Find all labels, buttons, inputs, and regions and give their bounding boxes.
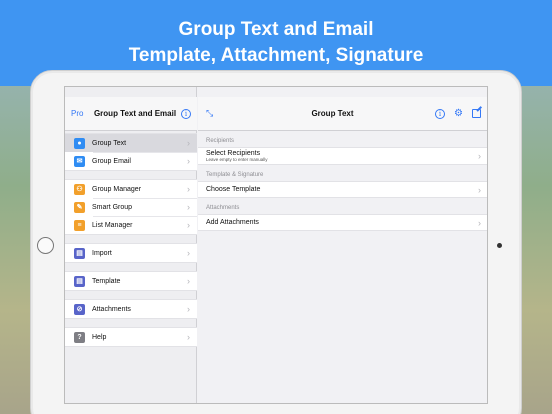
section-header-attachments: Attachments (206, 205, 240, 211)
chevron-right-icon: › (187, 332, 190, 342)
gear-icon[interactable]: ⚙ (454, 108, 463, 119)
people-icon: ⚇ (74, 183, 85, 195)
sidebar-item-group-text[interactable]: ● Group Text › (65, 134, 197, 152)
home-button (37, 237, 54, 254)
sidebar-title: Group Text and Email (93, 109, 177, 118)
chevron-right-icon: › (478, 184, 481, 195)
sidebar-item-group-manager[interactable]: ⚇ Group Manager › (65, 180, 197, 198)
sidebar-item-label: Smart Group (92, 203, 133, 211)
sidebar: Pro Group Text and Email i ● Group Text › ✉… (65, 87, 197, 403)
sidebar-navbar: Pro Group Text and Email i (65, 97, 197, 131)
expand-icon[interactable]: ⤡ (206, 108, 246, 119)
chevron-right-icon: › (187, 304, 190, 314)
paperclip-icon: ⊘ (74, 303, 85, 315)
section-header-template: Template & Signature (206, 172, 264, 178)
sidebar-group: ● Group Text › ✉ Group Email › (65, 133, 197, 171)
chevron-right-icon: › (187, 202, 190, 212)
sidebar-item-label: Help (92, 333, 107, 341)
sidebar-item-help[interactable]: ? Help › (65, 328, 197, 346)
select-recipients-label: Select Recipients (206, 150, 261, 157)
sidebar-item-smart-group[interactable]: ✎ Smart Group › (65, 198, 197, 216)
sidebar-item-list-manager[interactable]: ≡ List Manager › (65, 216, 197, 234)
sidebar-item-label: Import (92, 249, 112, 257)
sidebar-group: ▤ Template › (65, 271, 197, 291)
section-header-recipients: Recipients (206, 138, 235, 144)
add-attachments-label: Add Attachments (206, 219, 259, 226)
choose-template-label: Choose Template (206, 186, 261, 193)
info-icon[interactable]: i (181, 108, 191, 119)
chevron-right-icon: › (187, 184, 190, 194)
choose-template-cell[interactable]: Choose Template › (198, 181, 487, 198)
detail-title: Group Text (311, 109, 354, 118)
sidebar-item-label: Group Email (92, 157, 131, 165)
message-icon: ● (74, 137, 85, 149)
info-icon[interactable]: i (435, 108, 446, 119)
question-icon: ? (74, 331, 85, 343)
chevron-right-icon: › (187, 156, 190, 166)
chevron-right-icon: › (478, 151, 481, 161)
pro-button[interactable]: Pro (71, 109, 89, 118)
mail-icon: ✉ (74, 155, 85, 167)
select-recipients-hint: Leave empty to enter manually (206, 157, 268, 162)
camera-dot (497, 243, 502, 248)
sidebar-item-attachments[interactable]: ⊘ Attachments › (65, 300, 197, 318)
sidebar-item-template[interactable]: ▤ Template › (65, 272, 197, 290)
template-icon: ▤ (74, 275, 85, 287)
add-attachments-cell[interactable]: Add Attachments › (198, 214, 487, 231)
sidebar-group: ⊘ Attachments › (65, 299, 197, 319)
sidebar-item-label: Template (92, 277, 121, 285)
sidebar-item-group-email[interactable]: ✉ Group Email › (65, 152, 197, 170)
banner-line-1: Group Text and Email (178, 19, 374, 40)
chevron-right-icon: › (187, 138, 190, 148)
sidebar-item-label: Group Manager (92, 185, 142, 193)
app-screen: Pro Group Text and Email i ● Group Text › ✉… (64, 86, 488, 404)
detail-pane: ⤡ Group Text i ⚙ Recipients Select Recip… (198, 87, 487, 403)
chevron-right-icon: › (187, 248, 190, 258)
sidebar-item-label: Group Text (92, 139, 127, 147)
chevron-right-icon: › (187, 220, 190, 230)
chevron-right-icon: › (478, 217, 481, 228)
sidebar-item-label: Attachments (92, 305, 131, 313)
chevron-right-icon: › (187, 276, 190, 286)
detail-navbar: ⤡ Group Text i ⚙ (198, 97, 487, 131)
smart-icon: ✎ (74, 201, 85, 213)
sidebar-item-label: List Manager (92, 221, 133, 229)
sidebar-group: ? Help › (65, 327, 197, 347)
sidebar-menu: ● Group Text › ✉ Group Email › ⚇ Group Manager ›… (65, 133, 197, 355)
select-recipients-cell[interactable]: Select Recipients Leave empty to enter m… (198, 147, 487, 165)
sidebar-group: ▤ Import › (65, 243, 197, 263)
sidebar-item-import[interactable]: ▤ Import › (65, 244, 197, 262)
banner-line-2: Template, Attachment, Signature (128, 45, 424, 66)
compose-icon[interactable] (472, 109, 481, 118)
import-icon: ▤ (74, 247, 85, 259)
list-icon: ≡ (74, 219, 85, 231)
sidebar-group: ⚇ Group Manager › ✎ Smart Group › ≡ List Manage… (65, 179, 197, 235)
